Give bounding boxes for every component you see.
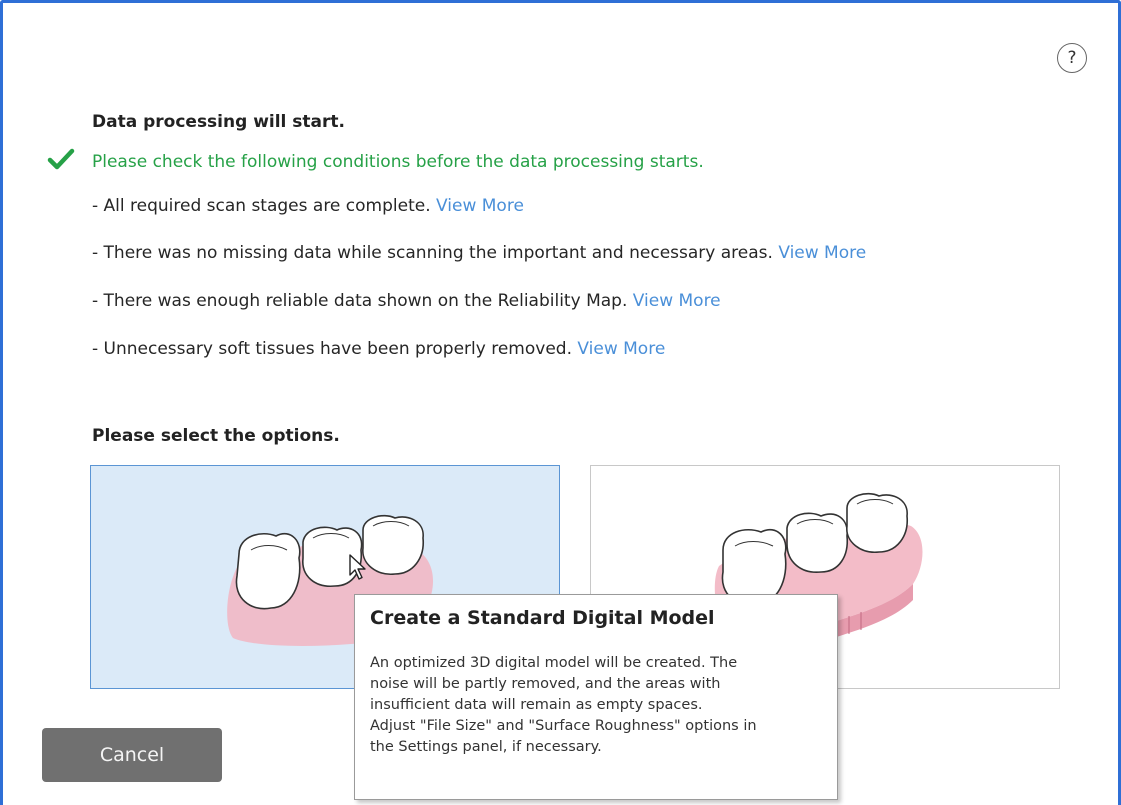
check-instruction: Please check the following conditions be… — [92, 152, 704, 172]
view-more-link[interactable]: View More — [436, 196, 524, 216]
help-icon[interactable]: ? — [1057, 43, 1087, 73]
view-more-link[interactable]: View More — [633, 291, 721, 311]
view-more-link[interactable]: View More — [577, 339, 665, 359]
dialog-title: Data processing will start. — [92, 112, 345, 132]
tooltip-line: noise will be partly removed, and the ar… — [370, 676, 721, 692]
tooltip-title: Create a Standard Digital Model — [370, 607, 715, 629]
cancel-button[interactable]: Cancel — [42, 728, 222, 782]
tooltip-line: An optimized 3D digital model will be cr… — [370, 655, 738, 671]
help-label: ? — [1067, 48, 1077, 68]
condition-text: - There was no missing data while scanni… — [92, 243, 773, 263]
condition-soft-tissue: - Unnecessary soft tissues have been pro… — [92, 339, 665, 359]
mouse-cursor-icon — [349, 554, 366, 580]
condition-text: - All required scan stages are complete. — [92, 196, 431, 216]
options-title: Please select the options. — [92, 426, 340, 446]
option-tooltip: Create a Standard Digital Model An optim… — [354, 594, 838, 800]
view-more-link[interactable]: View More — [778, 243, 866, 263]
tooltip-description: An optimized 3D digital model will be cr… — [370, 653, 830, 758]
tooltip-line: insufficient data will remain as empty s… — [370, 697, 703, 713]
condition-text: - Unnecessary soft tissues have been pro… — [92, 339, 572, 359]
condition-missing-data: - There was no missing data while scanni… — [92, 243, 866, 263]
tooltip-line: the Settings panel, if necessary. — [370, 739, 602, 755]
condition-text: - There was enough reliable data shown o… — [92, 291, 628, 311]
checkmark-icon — [47, 148, 75, 170]
condition-scan-stages: - All required scan stages are complete.… — [92, 196, 524, 216]
tooltip-line: Adjust "File Size" and "Surface Roughnes… — [370, 718, 757, 734]
condition-reliable-data: - There was enough reliable data shown o… — [92, 291, 721, 311]
